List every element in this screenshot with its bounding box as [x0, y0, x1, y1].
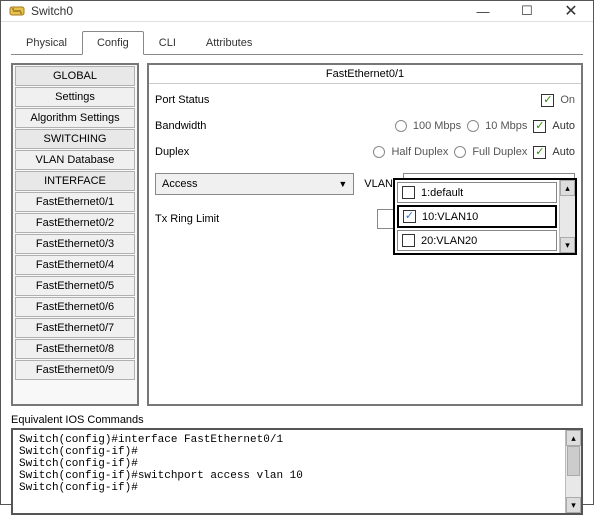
- sidebar-item-fa04[interactable]: FastEthernet0/4: [15, 255, 135, 275]
- app-icon: [9, 3, 25, 19]
- ios-commands-text[interactable]: Switch(config)#interface FastEthernet0/1…: [13, 430, 565, 513]
- config-sidebar[interactable]: GLOBAL Settings Algorithm Settings SWITC…: [11, 63, 139, 406]
- duplex-half-radio[interactable]: [373, 146, 385, 158]
- app-window: Switch0 — ☐ ✕ Physical Config CLI Attrib…: [0, 0, 594, 505]
- sidebar-item-fa02[interactable]: FastEthernet0/2: [15, 213, 135, 233]
- bandwidth-label: Bandwidth: [155, 120, 275, 132]
- duplex-row: Duplex Half Duplex Full Duplex Auto: [155, 141, 575, 163]
- vlan-option-20[interactable]: 20:VLAN20: [397, 230, 557, 251]
- vlan-option-20-label: 20:VLAN20: [421, 235, 477, 247]
- bandwidth-10-label: 10 Mbps: [485, 120, 527, 132]
- detail-panel: FastEthernet0/1 Port Status On Bandwidth: [147, 63, 583, 406]
- ios-section: Equivalent IOS Commands Switch(config)#i…: [11, 414, 583, 515]
- duplex-auto-label: Auto: [552, 146, 575, 158]
- tab-cli[interactable]: CLI: [144, 31, 191, 55]
- tab-config[interactable]: Config: [82, 31, 144, 55]
- sidebar-header-interface[interactable]: INTERFACE: [15, 171, 135, 191]
- interface-title: FastEthernet0/1: [149, 65, 581, 84]
- vlan-option-10[interactable]: 10:VLAN10: [397, 205, 557, 228]
- chevron-down-icon: ▼: [338, 179, 347, 189]
- main-row: GLOBAL Settings Algorithm Settings SWITC…: [11, 63, 583, 406]
- sidebar-item-fa05[interactable]: FastEthernet0/5: [15, 276, 135, 296]
- scroll-up-icon[interactable]: ▴: [566, 430, 581, 446]
- vlan-option-10-checkbox[interactable]: [403, 210, 416, 223]
- window-title: Switch0: [31, 4, 461, 18]
- tab-bar: Physical Config CLI Attributes: [11, 30, 583, 55]
- tx-ring-label: Tx Ring Limit: [155, 213, 275, 225]
- vlan-dropdown: 1:default 10:VLAN10 20:VLAN20: [393, 178, 577, 255]
- ios-scrollbar[interactable]: ▴ ▾: [565, 430, 581, 513]
- bandwidth-row: Bandwidth 100 Mbps 10 Mbps Auto: [155, 115, 575, 137]
- vlan-option-default-label: 1:default: [421, 187, 463, 199]
- vlan-dropdown-items: 1:default 10:VLAN10 20:VLAN20: [395, 180, 559, 253]
- port-status-on-label: On: [560, 94, 575, 106]
- vlan-option-default-checkbox[interactable]: [402, 186, 415, 199]
- bandwidth-10-radio[interactable]: [467, 120, 479, 132]
- bandwidth-auto-checkbox[interactable]: [533, 120, 546, 133]
- window-buttons: — ☐ ✕: [461, 1, 593, 21]
- sidebar-item-algorithm-settings[interactable]: Algorithm Settings: [15, 108, 135, 128]
- bandwidth-auto-label: Auto: [552, 120, 575, 132]
- vlan-option-10-label: 10:VLAN10: [422, 211, 478, 223]
- tab-physical[interactable]: Physical: [11, 31, 82, 55]
- vlan-label: VLAN: [364, 178, 393, 190]
- scroll-down-icon[interactable]: ▾: [560, 237, 575, 253]
- vlan-option-default[interactable]: 1:default: [397, 182, 557, 203]
- sidebar-header-switching[interactable]: SWITCHING: [15, 129, 135, 149]
- sidebar-item-vlan-database[interactable]: VLAN Database: [15, 150, 135, 170]
- switchport-mode-value: Access: [162, 178, 197, 190]
- port-status-row: Port Status On: [155, 89, 575, 111]
- port-status-checkbox[interactable]: [541, 94, 554, 107]
- duplex-full-radio[interactable]: [454, 146, 466, 158]
- duplex-half-label: Half Duplex: [391, 146, 448, 158]
- close-button[interactable]: ✕: [549, 1, 593, 21]
- minimize-button[interactable]: —: [461, 1, 505, 21]
- bandwidth-100-radio[interactable]: [395, 120, 407, 132]
- scroll-thumb[interactable]: [567, 446, 580, 476]
- content-area: Physical Config CLI Attributes GLOBAL Se…: [1, 22, 593, 525]
- sidebar-item-fa09[interactable]: FastEthernet0/9: [15, 360, 135, 380]
- scroll-down-icon[interactable]: ▾: [566, 497, 581, 513]
- ios-commands-box: Switch(config)#interface FastEthernet0/1…: [11, 428, 583, 515]
- bandwidth-100-label: 100 Mbps: [413, 120, 461, 132]
- duplex-full-label: Full Duplex: [472, 146, 527, 158]
- sidebar-item-fa06[interactable]: FastEthernet0/6: [15, 297, 135, 317]
- port-status-label: Port Status: [155, 94, 275, 106]
- sidebar-item-fa03[interactable]: FastEthernet0/3: [15, 234, 135, 254]
- sidebar-item-fa07[interactable]: FastEthernet0/7: [15, 318, 135, 338]
- sidebar-item-fa01[interactable]: FastEthernet0/1: [15, 192, 135, 212]
- maximize-button[interactable]: ☐: [505, 1, 549, 21]
- sidebar-header-global[interactable]: GLOBAL: [15, 66, 135, 86]
- scroll-up-icon[interactable]: ▴: [560, 180, 575, 196]
- sidebar-item-fa08[interactable]: FastEthernet0/8: [15, 339, 135, 359]
- scroll-track[interactable]: [566, 446, 581, 497]
- duplex-auto-checkbox[interactable]: [533, 146, 546, 159]
- vlan-option-20-checkbox[interactable]: [402, 234, 415, 247]
- tab-attributes[interactable]: Attributes: [191, 31, 267, 55]
- ios-commands-label: Equivalent IOS Commands: [11, 414, 583, 426]
- switchport-mode-select[interactable]: Access ▼: [155, 173, 354, 195]
- sidebar-item-settings[interactable]: Settings: [15, 87, 135, 107]
- vlan-dropdown-scrollbar[interactable]: ▴ ▾: [559, 180, 575, 253]
- titlebar: Switch0 — ☐ ✕: [1, 1, 593, 22]
- duplex-label: Duplex: [155, 146, 275, 158]
